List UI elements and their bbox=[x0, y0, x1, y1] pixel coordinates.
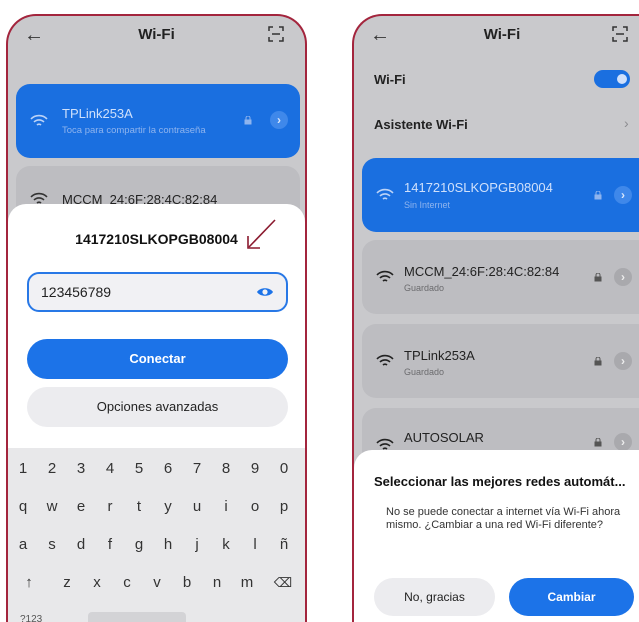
key[interactable]: m bbox=[232, 568, 262, 598]
left-phone-screen: ← Wi-Fi TPLink253A Toca para compartir l… bbox=[6, 14, 307, 622]
key[interactable]: z bbox=[52, 568, 82, 598]
lock-icon bbox=[594, 191, 602, 200]
network-name: TPLink253A bbox=[62, 106, 133, 121]
key[interactable]: x bbox=[82, 568, 112, 598]
network-item-mccm[interactable]: MCCM_24:6F:28:4C:82:84 Guardado › bbox=[362, 240, 639, 314]
key[interactable]: c bbox=[112, 568, 142, 598]
network-status: Sin Internet bbox=[404, 200, 451, 210]
password-field[interactable]: 123456789 bbox=[27, 272, 288, 312]
key[interactable]: h bbox=[153, 530, 183, 560]
right-phone-screen: ← Wi-Fi Wi-Fi Asistente Wi-Fi › 1417210S… bbox=[352, 14, 639, 622]
network-status: Guardado bbox=[404, 367, 445, 377]
wifi-icon bbox=[376, 188, 394, 200]
key[interactable]: w bbox=[37, 492, 67, 522]
key[interactable]: r bbox=[95, 492, 125, 522]
key[interactable]: d bbox=[66, 530, 96, 560]
wifi-icon bbox=[30, 114, 48, 126]
network-item-tplink253a[interactable]: TPLink253A Guardado › bbox=[362, 324, 639, 398]
network-name: TPLink253A bbox=[404, 348, 475, 363]
key[interactable]: s bbox=[37, 530, 67, 560]
connect-button[interactable]: Conectar bbox=[27, 339, 288, 379]
key[interactable]: 5 bbox=[124, 454, 154, 484]
qr-scan-icon[interactable] bbox=[268, 26, 284, 42]
wifi-icon bbox=[376, 354, 394, 366]
key[interactable]: i bbox=[211, 492, 241, 522]
network-details-button[interactable]: › bbox=[614, 433, 632, 451]
wifi-assistant-item[interactable]: Asistente Wi-Fi bbox=[374, 117, 468, 132]
key[interactable]: l bbox=[240, 530, 270, 560]
network-name: 1417210SLKOPGB08004 bbox=[404, 180, 553, 195]
network-name: MCCM_24:6F:28:4C:82:84 bbox=[404, 264, 560, 279]
show-password-eye-icon[interactable] bbox=[256, 285, 274, 299]
numbers-symbols-key[interactable]: ?123 bbox=[20, 614, 42, 622]
dialog-title: Seleccionar las mejores redes automát... bbox=[374, 474, 626, 489]
key[interactable]: j bbox=[182, 530, 212, 560]
network-item-1417210slkopgb08004[interactable]: 1417210SLKOPGB08004 Sin Internet › bbox=[362, 158, 639, 232]
switch-button[interactable]: Cambiar bbox=[509, 578, 634, 616]
key[interactable]: 2 bbox=[37, 454, 67, 484]
shift-key[interactable]: ↑ bbox=[14, 568, 44, 598]
key[interactable]: k bbox=[211, 530, 241, 560]
key[interactable]: o bbox=[240, 492, 270, 522]
key[interactable]: 3 bbox=[66, 454, 96, 484]
key[interactable]: n bbox=[202, 568, 232, 598]
network-item-tplink253a[interactable]: TPLink253A Toca para compartir la contra… bbox=[16, 84, 300, 158]
key[interactable]: e bbox=[66, 492, 96, 522]
qr-scan-icon[interactable] bbox=[612, 26, 628, 42]
page-title: Wi-Fi bbox=[483, 26, 521, 43]
annotation-arrow-icon bbox=[247, 219, 276, 249]
key[interactable]: 8 bbox=[211, 454, 241, 484]
wifi-toggle-label: Wi-Fi bbox=[374, 72, 406, 87]
dialog-message: No se puede conectar a internet vía Wi-F… bbox=[386, 506, 621, 531]
key[interactable]: 7 bbox=[182, 454, 212, 484]
key[interactable]: v bbox=[142, 568, 172, 598]
wifi-toggle[interactable] bbox=[594, 70, 630, 88]
keyboard-row-home: a s d f g h j k l ñ bbox=[8, 530, 305, 560]
wifi-icon bbox=[376, 270, 394, 282]
key[interactable]: ñ bbox=[269, 530, 299, 560]
toggle-knob bbox=[617, 74, 627, 84]
key[interactable]: q bbox=[8, 492, 38, 522]
network-switch-dialog: Seleccionar las mejores redes automát...… bbox=[354, 450, 639, 622]
network-details-button[interactable]: › bbox=[614, 268, 632, 286]
no-thanks-button[interactable]: No, gracias bbox=[374, 578, 495, 616]
lock-icon bbox=[244, 116, 252, 125]
key[interactable]: f bbox=[95, 530, 125, 560]
on-screen-keyboard: 1 2 3 4 5 6 7 8 9 0 q w e r t y u i o p … bbox=[8, 448, 305, 622]
space-bar[interactable] bbox=[88, 612, 186, 622]
advanced-options-button[interactable]: Opciones avanzadas bbox=[27, 387, 288, 427]
key[interactable]: g bbox=[124, 530, 154, 560]
header: ← Wi-Fi bbox=[8, 16, 305, 56]
lock-icon bbox=[594, 357, 602, 366]
key[interactable]: p bbox=[269, 492, 299, 522]
key[interactable]: u bbox=[182, 492, 212, 522]
key[interactable]: b bbox=[172, 568, 202, 598]
key[interactable]: 9 bbox=[240, 454, 270, 484]
password-value: 123456789 bbox=[41, 284, 112, 300]
backspace-key[interactable]: ⌫ bbox=[268, 568, 298, 598]
lock-icon bbox=[594, 273, 602, 282]
chevron-right-icon: › bbox=[624, 115, 629, 131]
key[interactable]: t bbox=[124, 492, 154, 522]
network-details-button[interactable]: › bbox=[614, 186, 632, 204]
network-subtitle: Toca para compartir la contraseña bbox=[62, 125, 206, 136]
key[interactable]: 6 bbox=[153, 454, 183, 484]
key[interactable]: 0 bbox=[269, 454, 299, 484]
page-title: Wi-Fi bbox=[138, 26, 175, 43]
keyboard-row-bottom: ↑ z x c v b n m ⌫ bbox=[8, 568, 305, 598]
network-name: AUTOSOLAR bbox=[404, 430, 484, 445]
keyboard-number-row: 1 2 3 4 5 6 7 8 9 0 bbox=[8, 454, 305, 484]
keyboard-row-qwerty: q w e r t y u i o p bbox=[8, 492, 305, 522]
key[interactable]: 1 bbox=[8, 454, 38, 484]
network-status: Guardado bbox=[404, 283, 445, 293]
lock-icon bbox=[594, 438, 602, 447]
header: ← Wi-Fi bbox=[354, 16, 639, 56]
network-details-button[interactable]: › bbox=[270, 111, 288, 129]
key[interactable]: y bbox=[153, 492, 183, 522]
key[interactable]: 4 bbox=[95, 454, 125, 484]
network-details-button[interactable]: › bbox=[614, 352, 632, 370]
key[interactable]: a bbox=[8, 530, 38, 560]
